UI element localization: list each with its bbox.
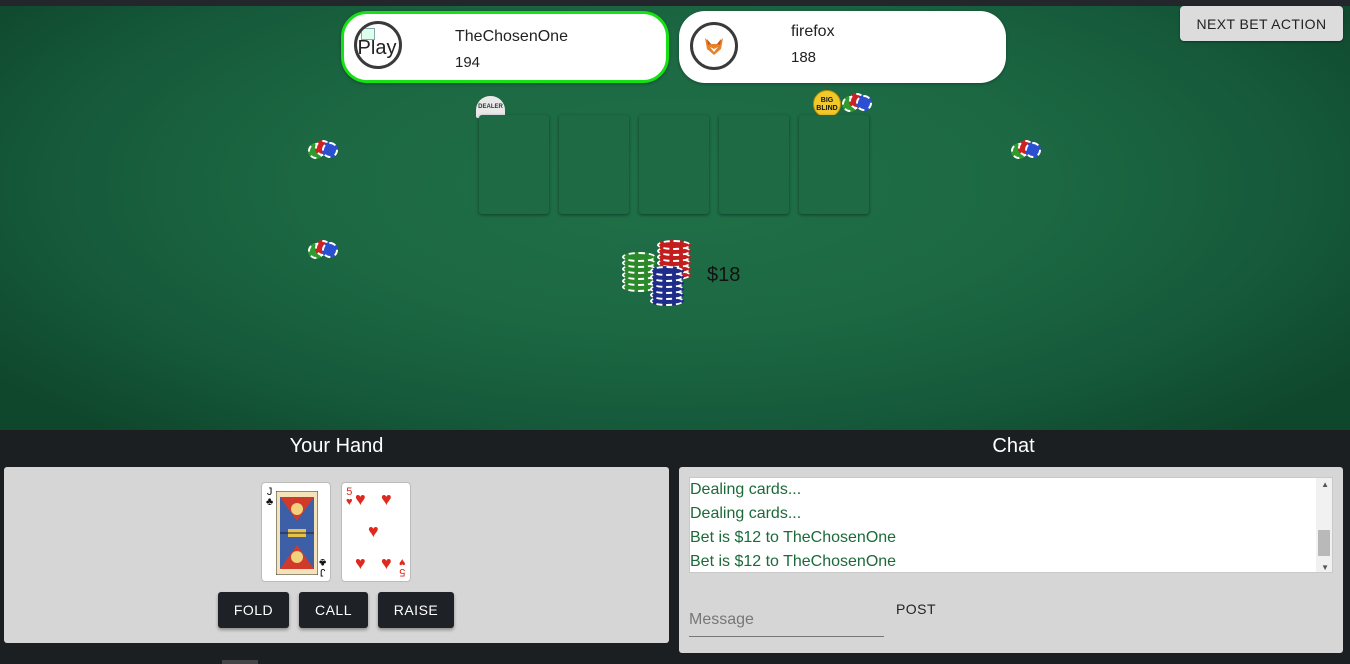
bottom-scroll-indicator <box>222 660 258 664</box>
community-card-slot-3 <box>639 115 709 214</box>
chip-pile-icon <box>308 240 338 262</box>
pot-amount: $18 <box>707 264 741 286</box>
chat-title: Chat <box>677 430 1350 466</box>
card-suit: ♥ <box>399 556 406 568</box>
scroll-up-icon[interactable]: ▲ <box>1321 480 1329 489</box>
community-card-slot-1 <box>479 115 549 214</box>
heart-pip-icon: ♥ <box>355 489 366 509</box>
hole-card-2: 5 ♥ ♥ ♥ ♥ ♥ ♥ 5 ♥ <box>341 482 411 582</box>
chat-message-input[interactable] <box>689 604 884 637</box>
hole-card-1: J ♣ J ♣ <box>261 482 331 582</box>
your-hand-title: Your Hand <box>0 430 673 466</box>
poker-table: Play TheChosenOne 194 firefox 188 DEALER… <box>0 6 1350 430</box>
player-name: firefox <box>791 23 835 40</box>
chat-log[interactable]: Dealing cards... Dealing cards... Bet is… <box>689 477 1333 573</box>
chip-pile-icon <box>1011 140 1041 162</box>
player-avatar <box>690 22 738 70</box>
player-avatar: Play <box>354 21 402 69</box>
card-suit: ♣ <box>266 496 274 508</box>
next-bet-action-button[interactable]: NEXT BET ACTION <box>1180 6 1343 41</box>
heart-pip-icon: ♥ <box>355 553 366 573</box>
chat-message: Dealing cards... <box>690 505 802 522</box>
community-card-slot-2 <box>559 115 629 214</box>
card-corner: J ♣ <box>266 487 274 508</box>
pot-chips-icon <box>650 266 684 310</box>
blind-label-line1: BIG <box>820 97 834 104</box>
player-seat-firefox: firefox 188 <box>679 11 1006 83</box>
card-suit: ♥ <box>346 496 353 508</box>
player-name: TheChosenOne <box>455 28 568 45</box>
player-stack: 188 <box>791 49 817 66</box>
fox-icon <box>705 38 723 55</box>
card-corner-bottom: 5 ♥ <box>399 556 406 578</box>
card-corner: 5 ♥ <box>346 487 353 508</box>
community-card-slot-4 <box>719 115 789 214</box>
card-corner-bottom: J ♣ <box>318 556 326 578</box>
chat-message: Bet is $12 to TheChosenOne <box>690 529 897 546</box>
broken-image-icon: Play <box>357 36 397 59</box>
player-stack: 194 <box>455 54 481 71</box>
scroll-thumb[interactable] <box>1318 530 1330 556</box>
post-button[interactable]: POST <box>888 596 944 622</box>
jack-of-clubs-face <box>276 491 318 575</box>
big-blind-button: BIG BLIND <box>813 90 841 118</box>
chat-message: Bet is $12 to TheChosenOne <box>690 553 897 570</box>
heart-pip-icon: ♥ <box>381 489 392 509</box>
heart-pip-icon: ♥ <box>381 553 392 573</box>
player-seat-thechosenone: Play TheChosenOne 194 <box>341 11 669 83</box>
chat-scrollbar[interactable]: ▲ ▼ <box>1316 478 1332 572</box>
raise-button[interactable]: RAISE <box>378 592 454 628</box>
fold-button[interactable]: FOLD <box>218 592 289 628</box>
heart-pip-icon: ♥ <box>368 521 379 541</box>
call-button[interactable]: CALL <box>299 592 368 628</box>
chip-pile-icon <box>842 93 872 115</box>
chat-message: Dealing cards... <box>690 481 802 498</box>
blind-label-line2: BLIND <box>816 105 838 112</box>
scroll-down-icon[interactable]: ▼ <box>1321 563 1329 572</box>
chip-pile-icon <box>308 140 338 162</box>
community-card-slot-5 <box>799 115 869 214</box>
card-suit: ♣ <box>318 556 326 568</box>
